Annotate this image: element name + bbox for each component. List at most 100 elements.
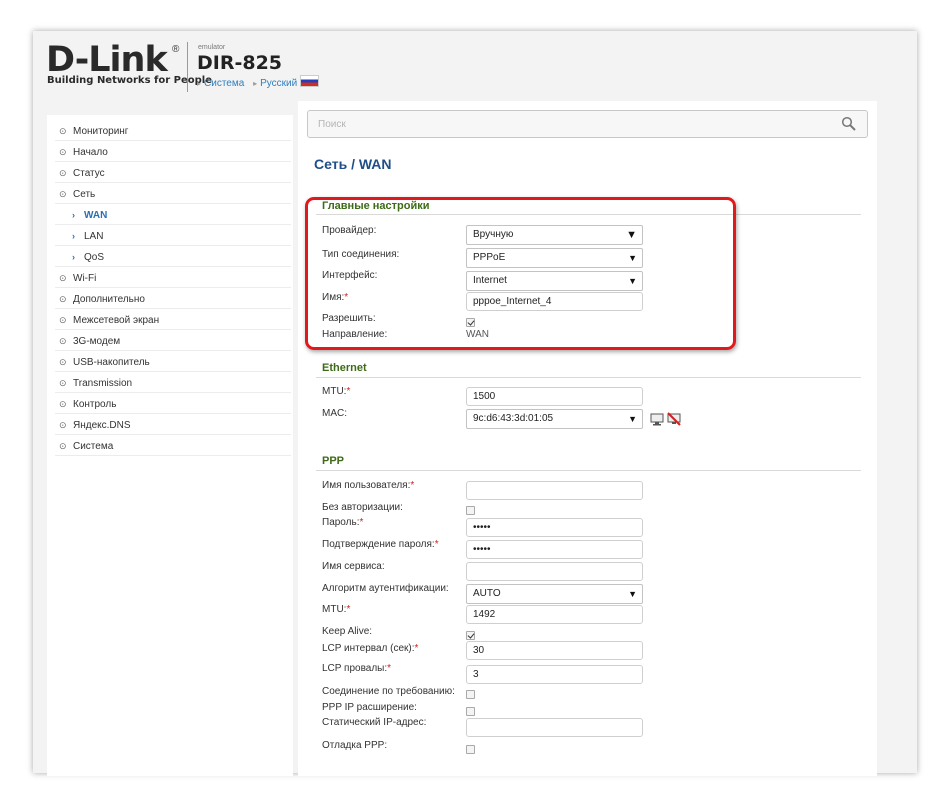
sidebar-item-label: QoS: [84, 252, 105, 263]
ppp-ip-ext-checkbox[interactable]: [466, 707, 475, 716]
ethernet-heading: Ethernet: [322, 362, 367, 374]
lcp-fails-label: LCP провалы:*: [322, 663, 392, 674]
expand-icon: ⊙: [59, 315, 67, 325]
ppp-mtu-label: MTU:*: [322, 604, 351, 615]
lcp-interval-field[interactable]: 30: [466, 641, 643, 660]
sidebar-item-firewall[interactable]: ⊙ Межсетевой экран: [55, 311, 291, 330]
noauth-label: Без авторизации:: [322, 502, 403, 513]
sidebar-item-start[interactable]: ⊙ Начало: [55, 143, 291, 162]
mac-select[interactable]: 9c:d6:43:3d:01:05 ▼: [466, 409, 643, 429]
dlink-logo: D-Link: [46, 40, 168, 80]
ppp-debug-label: Отладка PPP:: [322, 740, 388, 751]
sidebar-item-wifi[interactable]: ⊙ Wi-Fi: [55, 269, 291, 288]
search-input[interactable]: Поиск: [307, 110, 868, 138]
service-name-label: Имя сервиса:: [322, 561, 385, 572]
sidebar-item-control[interactable]: ⊙ Контроль: [55, 395, 291, 414]
noauth-checkbox[interactable]: [466, 506, 475, 515]
expand-icon: ⊙: [59, 273, 67, 283]
eth-mtu-field[interactable]: 1500: [466, 387, 643, 406]
keepalive-checkbox[interactable]: [466, 631, 475, 640]
russia-flag-icon[interactable]: [300, 75, 320, 87]
chevron-right-icon: ›: [72, 210, 75, 220]
on-demand-checkbox[interactable]: [466, 690, 475, 699]
confirm-password-field[interactable]: •••••: [466, 540, 643, 559]
clear-mac-icon[interactable]: [667, 412, 681, 429]
expand-icon: ⊙: [59, 441, 67, 451]
search-icon[interactable]: [841, 116, 857, 135]
auth-algo-label: Алгоритм аутентификации:: [322, 583, 449, 594]
dropdown-arrow-icon: ▼: [628, 589, 637, 599]
ppp-ip-ext-label: PPP IP расширение:: [322, 702, 417, 713]
sidebar-item-label: Статус: [73, 168, 105, 179]
system-link[interactable]: Система: [204, 78, 244, 89]
expand-icon: ⊙: [59, 147, 67, 157]
chevron-right-icon: ▸: [197, 79, 202, 88]
expand-icon: ⊙: [59, 336, 67, 346]
header-links: ▸ Система ▸ Русский: [197, 75, 320, 89]
expand-icon: ⊙: [59, 378, 67, 388]
sidebar-item-network[interactable]: ⊙ Сеть: [55, 185, 291, 204]
sidebar-item-status[interactable]: ⊙ Статус: [55, 164, 291, 183]
sidebar-item-label: USB-накопитель: [73, 357, 150, 368]
expand-icon: ⊙: [59, 168, 67, 178]
username-label: Имя пользователя:*: [322, 480, 415, 491]
page-title: Сеть / WAN: [314, 156, 392, 172]
keepalive-label: Keep Alive:: [322, 626, 373, 637]
sidebar-item-advanced[interactable]: ⊙ Дополнительно: [55, 290, 291, 309]
chevron-right-icon: ›: [72, 231, 75, 241]
expand-icon: ⊙: [59, 399, 67, 409]
sidebar: ⊙ Мониторинг ⊙ Начало ⊙ Статус ⊙ Сеть › WAN ›…: [47, 115, 293, 776]
language-link[interactable]: Русский: [260, 78, 297, 89]
ppp-heading: PPP: [322, 455, 345, 467]
dropdown-arrow-icon: ▼: [628, 414, 637, 424]
section-divider: [316, 377, 861, 378]
expand-icon: ⊙: [59, 126, 67, 136]
computer-icon[interactable]: [650, 412, 664, 429]
search-placeholder: Поиск: [318, 119, 346, 130]
lcp-interval-label: LCP интервал (сек):*: [322, 643, 419, 654]
sidebar-item-label: Wi-Fi: [73, 273, 97, 284]
device-model: DIR-825: [197, 52, 283, 74]
expand-icon: ⊙: [59, 420, 67, 430]
chevron-right-icon: ▸: [253, 79, 258, 88]
sidebar-item-label: Transmission: [73, 378, 133, 389]
sidebar-item-label: Система: [73, 441, 114, 452]
sidebar-item-transmission[interactable]: ⊙ Transmission: [55, 374, 291, 393]
auth-algo-select[interactable]: AUTO ▼: [466, 584, 643, 604]
password-label: Пароль:*: [322, 517, 364, 528]
ppp-debug-checkbox[interactable]: [466, 745, 475, 754]
username-field[interactable]: [466, 481, 643, 500]
expand-icon: ⊙: [59, 294, 67, 304]
auth-algo-value: AUTO: [473, 588, 501, 599]
sidebar-item-monitoring[interactable]: ⊙ Мониторинг: [55, 122, 291, 141]
lcp-fails-field[interactable]: 3: [466, 665, 643, 684]
sidebar-item-label: Яндекс.DNS: [73, 420, 131, 431]
sidebar-item-qos[interactable]: › QoS: [55, 248, 291, 267]
static-ip-label: Статический IP-адрес:: [322, 717, 427, 728]
section-divider: [316, 470, 861, 471]
sidebar-item-yandex-dns[interactable]: ⊙ Яндекс.DNS: [55, 416, 291, 435]
on-demand-label: Соединение по требованию:: [322, 686, 455, 697]
sidebar-item-lan[interactable]: › LAN: [55, 227, 291, 246]
service-name-field[interactable]: [466, 562, 643, 581]
sidebar-item-label: WAN: [84, 210, 108, 221]
sidebar-item-wan[interactable]: › WAN: [55, 206, 291, 225]
sidebar-item-label: Дополнительно: [73, 294, 145, 305]
sidebar-item-label: Контроль: [73, 399, 117, 410]
highlight-box: [305, 197, 736, 350]
sidebar-item-label: 3G-модем: [73, 336, 121, 347]
mac-label: MAC:: [322, 408, 347, 419]
emulator-label: emulator: [198, 44, 226, 51]
collapse-icon: ⊙: [59, 189, 67, 199]
password-field[interactable]: •••••: [466, 518, 643, 537]
ppp-mtu-field[interactable]: 1492: [466, 605, 643, 624]
mac-value: 9c:d6:43:3d:01:05: [473, 413, 554, 424]
confirm-password-label: Подтверждение пароля:*: [322, 539, 439, 550]
static-ip-field[interactable]: [466, 718, 643, 737]
sidebar-item-label: Межсетевой экран: [73, 315, 160, 326]
expand-icon: ⊙: [59, 357, 67, 367]
header-divider: [187, 42, 188, 92]
sidebar-item-3g-modem[interactable]: ⊙ 3G-модем: [55, 332, 291, 351]
sidebar-item-system[interactable]: ⊙ Система: [55, 437, 291, 456]
sidebar-item-usb-storage[interactable]: ⊙ USB-накопитель: [55, 353, 291, 372]
